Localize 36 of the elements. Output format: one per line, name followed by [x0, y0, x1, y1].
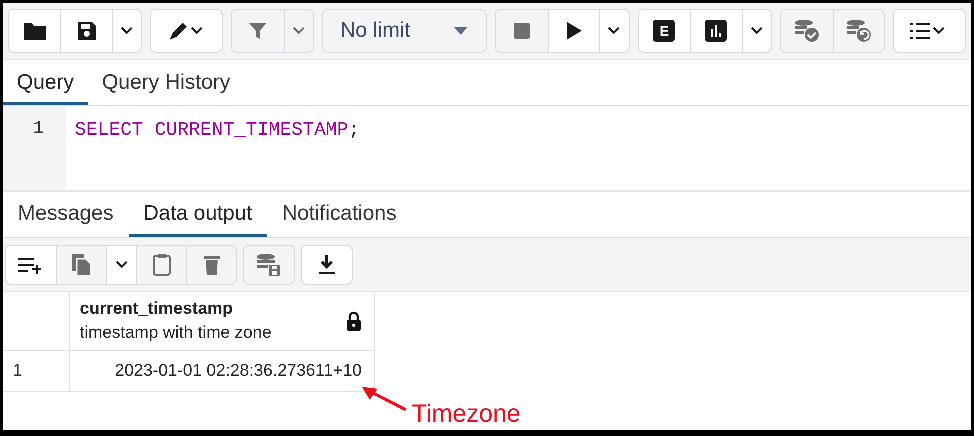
chevron-down-icon — [607, 26, 622, 36]
tab[interactable]: Messages — [3, 192, 129, 237]
tab[interactable]: Notifications — [267, 192, 412, 237]
analyze-button[interactable] — [690, 10, 742, 52]
annotation-label: Timezone — [412, 399, 521, 430]
tab[interactable]: Query History — [88, 60, 245, 105]
dropdown-arrow-icon — [454, 27, 468, 35]
dropdown-button[interactable] — [106, 246, 136, 284]
play-icon — [564, 21, 583, 41]
chevron-down-icon — [120, 26, 134, 36]
clipboard-icon — [152, 252, 172, 276]
line-number: 1 — [33, 119, 44, 139]
column-name: current_timestamp — [80, 298, 234, 320]
annotation-arrow — [361, 386, 407, 412]
column-header[interactable]: current_timestamp timestamp with time zone — [70, 292, 375, 351]
explain-button[interactable]: E — [638, 10, 690, 52]
folder-icon — [22, 21, 47, 41]
database-check-icon — [794, 19, 820, 43]
trash-icon — [202, 254, 220, 276]
chevron-down-icon — [292, 26, 306, 36]
download-icon — [318, 254, 336, 276]
open-button[interactable] — [9, 10, 60, 52]
copy-icon — [70, 252, 92, 276]
database-undo-icon — [846, 19, 872, 43]
chevron-down-icon — [750, 26, 764, 36]
row-number: 1 — [3, 351, 70, 392]
code-line: SELECT CURRENT_TIMESTAMP; — [75, 119, 360, 141]
execute-button[interactable] — [548, 10, 600, 52]
stop-icon — [513, 22, 532, 40]
chevron-down-icon — [114, 260, 128, 270]
column-type: timestamp with time zone — [80, 322, 272, 344]
save-button[interactable] — [60, 10, 112, 52]
database-save-icon — [256, 252, 282, 276]
filter-icon — [248, 21, 268, 41]
bar-chart-icon — [705, 20, 728, 42]
add-row-button[interactable] — [6, 246, 56, 284]
